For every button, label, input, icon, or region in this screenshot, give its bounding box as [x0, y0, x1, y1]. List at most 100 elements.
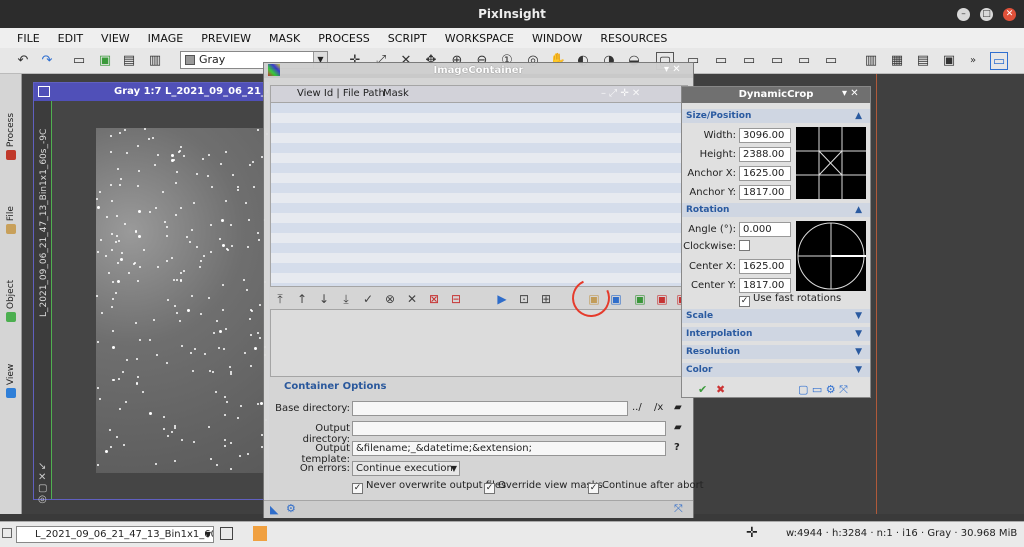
imagecontainer-title[interactable]: ImageContainer	[264, 63, 693, 78]
view-toggle-icon[interactable]	[220, 527, 233, 540]
crosshair-icon[interactable]: ✛	[746, 525, 758, 541]
section-size-position[interactable]: Size/Position ▲	[682, 109, 870, 123]
fast-rotations-checkbox[interactable]: ✓ Use fast rotations	[739, 293, 841, 307]
continue-after-abort-checkbox[interactable]: ✓ Continue after abort	[588, 480, 704, 494]
move-down-icon[interactable]: ↓	[316, 291, 332, 307]
tab-object-explorer[interactable]: Object Explorer	[2, 242, 34, 326]
redo-icon[interactable]: ↷	[38, 52, 56, 70]
execute-icon[interactable]: ✔	[698, 383, 707, 396]
menu-image[interactable]: IMAGE	[139, 32, 193, 45]
on-errors-select[interactable]: Continue execution ▼	[352, 461, 460, 476]
section-rotation[interactable]: Rotation ▲	[682, 203, 870, 217]
tab-file-explorer[interactable]: File Explorer	[2, 168, 34, 238]
menu-process[interactable]: PROCESS	[309, 32, 379, 45]
base-directory-field[interactable]	[352, 401, 628, 416]
reset-icon[interactable]: ⤧	[674, 502, 683, 516]
center-y-field[interactable]: 1817.00	[739, 278, 791, 293]
height-field[interactable]: 2388.00	[739, 147, 791, 162]
image-window[interactable]: Gray 1:7 L_2021_09_06_21_47_13_Bin1x1_60…	[33, 82, 269, 505]
cancel-icon[interactable]: ✖	[716, 383, 725, 396]
section-color[interactable]: Color ▼	[682, 363, 870, 377]
tab-view-explorer[interactable]: View Explorer	[2, 330, 34, 402]
clockwise-checkbox[interactable]	[739, 240, 750, 251]
invert-icon[interactable]: ⊞	[538, 291, 554, 307]
new-image-icon[interactable]: ▣	[96, 52, 114, 70]
footer-tool-icons[interactable]: ▢ ▭ ⚙ ⤧	[798, 383, 848, 397]
monitor-icon[interactable]: ▭	[990, 52, 1008, 70]
preview-extract-icon[interactable]: ▭	[822, 52, 840, 70]
tool-icons[interactable]: ↘ ✕ ▢ ◎	[38, 461, 47, 505]
column-view-id[interactable]: View Id | File Path	[297, 88, 385, 99]
remove-file-icon[interactable]: ▣	[654, 291, 670, 307]
menu-mask[interactable]: MASK	[260, 32, 309, 45]
duplicate-icon[interactable]: ▤	[120, 52, 138, 70]
imagecontainer-window[interactable]: ImageContainer ▾ ✕ View Id | File Path M…	[263, 62, 704, 518]
undo-icon[interactable]: ↶	[14, 52, 32, 70]
move-up-icon[interactable]: ↑	[294, 291, 310, 307]
menu-script[interactable]: SCRIPT	[379, 32, 436, 45]
view-icon[interactable]: ▭	[70, 52, 88, 70]
folder-icon[interactable]: ▰	[674, 422, 682, 433]
preview-restore-icon[interactable]: ▭	[795, 52, 813, 70]
play-icon[interactable]: ▶	[494, 291, 510, 307]
window-control-icons[interactable]: ▾ ✕	[842, 88, 859, 99]
remove-selected-icon[interactable]: ⊠	[426, 291, 442, 307]
column-mask[interactable]: Mask	[383, 88, 409, 99]
explorer-icon[interactable]: ▣	[940, 52, 958, 70]
select-icon[interactable]: ⊡	[516, 291, 532, 307]
remove-icon[interactable]: ✕	[404, 291, 420, 307]
move-bottom-icon[interactable]: ⤓	[338, 291, 354, 307]
menu-workspace[interactable]: WORKSPACE	[436, 32, 523, 45]
add-file-icon[interactable]: ▣	[632, 291, 648, 307]
cascade-icon[interactable]: ▤	[914, 52, 932, 70]
section-scale[interactable]: Scale ▼	[682, 309, 870, 323]
new-instance-icon[interactable]: ◣	[270, 503, 278, 516]
container-options-title[interactable]: Container Options	[284, 381, 386, 392]
settings-icon[interactable]: ⚙	[286, 502, 296, 515]
menu-file[interactable]: FILE	[8, 32, 49, 45]
width-field[interactable]: 3096.00	[739, 128, 791, 143]
view-icon[interactable]	[2, 528, 12, 538]
astro-image[interactable]	[96, 128, 268, 473]
override-masks-checkbox[interactable]: ✓ Override view masks	[484, 480, 603, 494]
image-id-tab[interactable]: L_2021_09_06_21_47_13_Bin1x1_60s_-9C	[35, 117, 53, 317]
add-view-icon[interactable]: ▣	[608, 291, 624, 307]
tab-process-console[interactable]: Process Console	[2, 80, 34, 164]
menu-preview[interactable]: PREVIEW	[192, 32, 260, 45]
preview-delete-icon[interactable]: ▭	[740, 52, 758, 70]
menu-edit[interactable]: EDIT	[49, 32, 92, 45]
anchor-y-field[interactable]: 1817.00	[739, 185, 791, 200]
move-top-icon[interactable]: ⤒	[272, 291, 288, 307]
minimize-button[interactable]: –	[957, 8, 970, 21]
menu-view[interactable]: VIEW	[92, 32, 139, 45]
window-control-icons[interactable]: ▾ ✕	[664, 64, 681, 75]
view-selector[interactable]: L_2021_09_06_21_47_13_Bin1x1_60s_ ▼	[16, 526, 214, 543]
preview-icon[interactable]: ▭	[712, 52, 730, 70]
rotation-dial[interactable]	[796, 221, 866, 291]
section-interpolation[interactable]: Interpolation ▼	[682, 327, 870, 341]
header-controls-icon[interactable]: – ⤢ ✛ ✕	[601, 88, 640, 99]
close-button[interactable]: ✕	[1003, 8, 1016, 21]
mask-color-icon[interactable]	[253, 526, 267, 541]
parent-dir-button[interactable]: ../	[632, 402, 642, 413]
clear-icon[interactable]: ⊟	[448, 291, 464, 307]
anchor-x-field[interactable]: 1625.00	[739, 166, 791, 181]
layout-icon[interactable]: ▥	[862, 52, 880, 70]
preview-store-icon[interactable]: ▭	[768, 52, 786, 70]
menu-resources[interactable]: RESOURCES	[591, 32, 676, 45]
toggle-icon[interactable]: ⊗	[382, 291, 398, 307]
folder-icon[interactable]: ▰	[674, 402, 682, 413]
window-menu-icon[interactable]	[38, 86, 50, 97]
overflow-icon[interactable]: »	[964, 52, 982, 70]
process-icon[interactable]	[268, 64, 280, 76]
maximize-button[interactable]: □	[980, 8, 993, 21]
output-directory-field[interactable]	[352, 421, 666, 436]
anchor-grid[interactable]	[796, 127, 866, 199]
save-icon[interactable]: ▥	[146, 52, 164, 70]
angle-field[interactable]: 0.000	[739, 222, 791, 237]
help-button[interactable]: ?	[674, 442, 680, 453]
clear-dir-button[interactable]: /x	[654, 402, 663, 413]
tile-icon[interactable]: ▦	[888, 52, 906, 70]
check-icon[interactable]: ✓	[360, 291, 376, 307]
section-resolution[interactable]: Resolution ▼	[682, 345, 870, 359]
